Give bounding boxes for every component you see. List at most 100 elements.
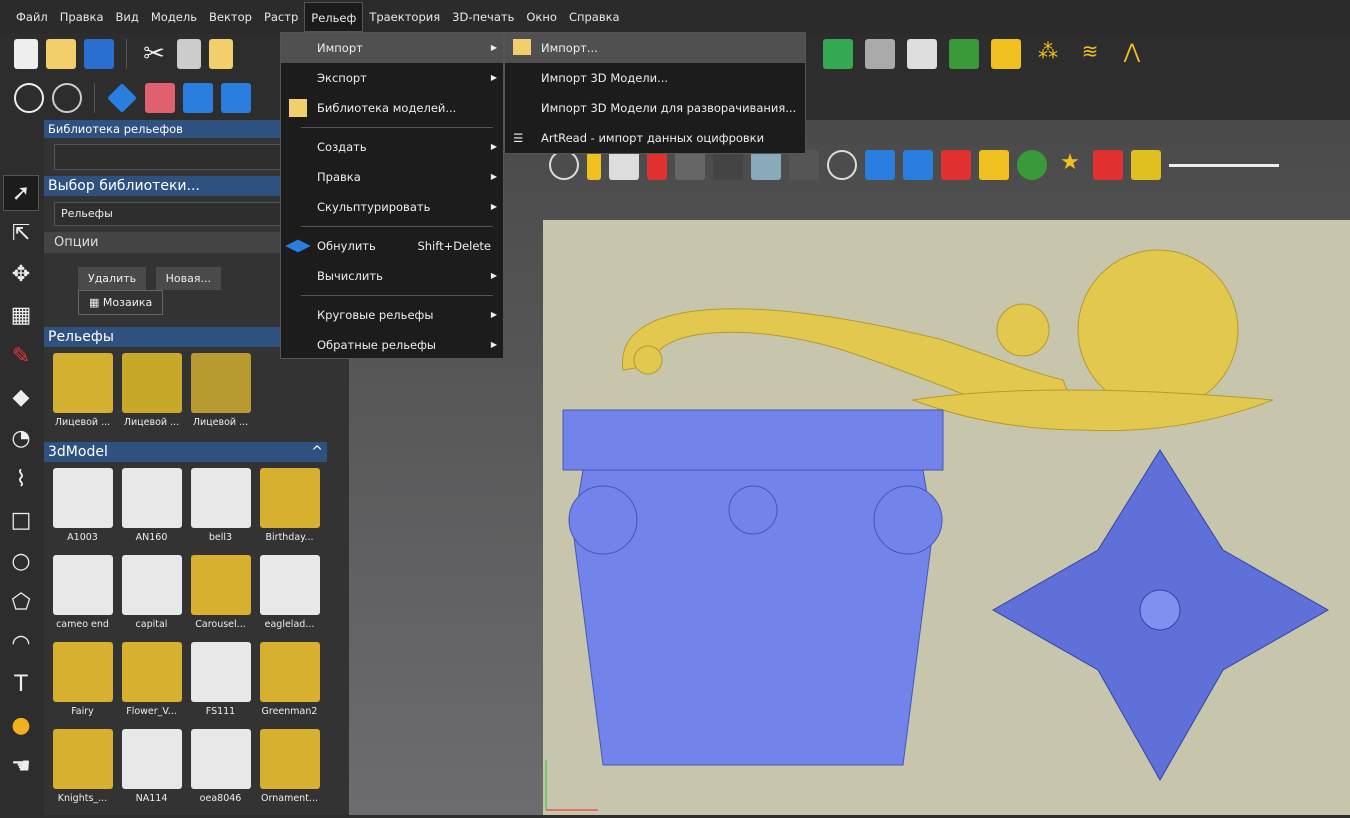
model-thumbnail[interactable]: FS111 — [186, 640, 255, 727]
open-folder-icon[interactable] — [46, 39, 76, 69]
circle-icon[interactable]: ○ — [3, 544, 39, 580]
zoom-box-icon[interactable] — [14, 83, 44, 113]
slider[interactable] — [1169, 164, 1279, 167]
transform-icon[interactable]: ✥ — [3, 257, 39, 293]
menu-item[interactable]: Импорт ▶ — [281, 33, 503, 63]
nodes-icon[interactable]: ⁂ — [1033, 39, 1063, 69]
pyramid-icon[interactable] — [1093, 150, 1123, 180]
axes-icon[interactable] — [647, 150, 667, 180]
render-icon[interactable] — [751, 150, 781, 180]
pencil-icon[interactable]: ✎ — [3, 339, 39, 375]
relief-tool-icon[interactable] — [865, 39, 895, 69]
drop-icon[interactable]: ● — [3, 708, 39, 744]
graph-icon[interactable]: ⋀ — [1117, 39, 1147, 69]
menu-item[interactable]: Создать ▶ — [281, 132, 503, 162]
menu-window[interactable]: Окно — [520, 2, 563, 32]
delete-button[interactable]: Удалить — [78, 267, 147, 290]
submenu-import[interactable]: Импорт... — [505, 33, 805, 63]
polygon-icon[interactable]: ⬠ — [3, 585, 39, 621]
star-icon[interactable] — [865, 150, 895, 180]
hand-icon[interactable]: ☚ — [3, 749, 39, 785]
layers-red-icon[interactable] — [941, 150, 971, 180]
model-thumbnail[interactable]: oea8046 — [186, 727, 255, 814]
model-thumbnail[interactable]: Knights_... — [48, 727, 117, 814]
puzzle-icon[interactable] — [675, 150, 705, 180]
models-header[interactable]: 3dModel ^ — [44, 442, 327, 462]
collapse-icon[interactable]: ^ — [311, 444, 323, 460]
relief-extrude-icon[interactable] — [145, 83, 175, 113]
zoom-icon[interactable] — [549, 150, 579, 180]
relief-merge-icon[interactable] — [221, 83, 251, 113]
star-search-icon[interactable]: ★ — [1055, 150, 1085, 180]
model-thumbnail[interactable]: cameo end — [48, 553, 117, 640]
new-button[interactable]: Новая... — [155, 267, 221, 290]
model-thumbnail[interactable]: Flower_V... — [117, 640, 186, 727]
model-thumbnail[interactable]: AN160 — [117, 466, 186, 553]
cylinder-icon[interactable] — [713, 150, 743, 180]
submenu-import-3d-unwrap[interactable]: Импорт 3D Модели для разворачивания... — [505, 93, 805, 123]
model-thumbnail[interactable]: bell3 — [186, 466, 255, 553]
model-thumbnail[interactable]: Ornament... — [255, 727, 324, 814]
menu-3dprint[interactable]: 3D-печать — [446, 2, 520, 32]
menu-item[interactable]: Вычислить ▶ — [281, 261, 503, 291]
shape-icon[interactable] — [1017, 150, 1047, 180]
relief-thumbnail[interactable]: Лицевой ... — [186, 351, 255, 438]
eraser-icon[interactable]: ◆ — [3, 380, 39, 416]
text-icon[interactable]: T — [3, 667, 39, 703]
menu-item[interactable]: Библиотека моделей... — [281, 93, 503, 123]
menu-item[interactable]: Экспорт ▶ — [281, 63, 503, 93]
relief-shape-icon[interactable] — [107, 83, 137, 113]
warp-grid-icon[interactable]: ▦ — [3, 298, 39, 334]
model-thumbnail[interactable]: Greenman2 — [255, 640, 324, 727]
model-thumbnail[interactable]: eaglelad... — [255, 553, 324, 640]
save-icon[interactable] — [84, 39, 114, 69]
layer-yellow-icon[interactable] — [979, 150, 1009, 180]
mosaic-button[interactable]: ▦ Мозаика — [78, 290, 164, 315]
menu-item[interactable]: Обнулить Shift+Delete — [281, 231, 503, 261]
view-3d-icon[interactable] — [52, 83, 82, 113]
polyline-icon[interactable]: ⌇ — [3, 462, 39, 498]
paste-icon[interactable] — [209, 39, 233, 69]
model-thumbnail[interactable]: NA114 — [117, 727, 186, 814]
light-icon[interactable] — [587, 150, 601, 180]
cut-icon[interactable]: ✂ — [139, 39, 169, 69]
clock-icon[interactable] — [827, 150, 857, 180]
model-thumbnail[interactable]: Carousel... — [186, 553, 255, 640]
menu-toolpath[interactable]: Траектория — [363, 2, 446, 32]
waves-icon[interactable]: ≋ — [1075, 39, 1105, 69]
model-thumbnail[interactable]: capital — [117, 553, 186, 640]
stack-icon[interactable] — [1131, 150, 1161, 180]
tool-icon[interactable] — [789, 150, 819, 180]
node-edit-icon[interactable]: ⇱ — [3, 216, 39, 252]
menu-file[interactable]: Файл — [10, 2, 54, 32]
menu-item[interactable]: Обратные рельефы ▶ — [281, 330, 503, 360]
rectangle-icon[interactable]: □ — [3, 503, 39, 539]
submenu-artread[interactable]: ☰ ArtRead - импорт данных оцифровки — [505, 123, 805, 153]
relief-thumbnail[interactable]: Лицевой ... — [48, 351, 117, 438]
menu-edit[interactable]: Правка — [54, 2, 110, 32]
model-thumbnail[interactable]: A1003 — [48, 466, 117, 553]
menu-item[interactable]: Правка ▶ — [281, 162, 503, 192]
relief-spin-icon[interactable] — [183, 83, 213, 113]
menu-item[interactable]: Круговые рельефы ▶ — [281, 300, 503, 330]
relief-thumbnail[interactable]: Лицевой ... — [117, 351, 186, 438]
menu-item[interactable]: Скульптурировать ▶ — [281, 192, 503, 222]
model-thumbnail[interactable]: Fairy — [48, 640, 117, 727]
relief-tool-icon[interactable] — [949, 39, 979, 69]
new-file-icon[interactable] — [14, 39, 38, 69]
menu-view[interactable]: Вид — [110, 2, 145, 32]
model-thumbnail[interactable]: Birthday... — [255, 466, 324, 553]
layer-icon[interactable] — [609, 150, 639, 180]
menu-raster[interactable]: Растр — [258, 2, 304, 32]
submenu-import-3d[interactable]: Импорт 3D Модели... — [505, 63, 805, 93]
menu-help[interactable]: Справка — [563, 2, 626, 32]
menu-model[interactable]: Модель — [145, 2, 203, 32]
menu-vector[interactable]: Вектор — [203, 2, 258, 32]
measure-icon[interactable]: ◔ — [3, 421, 39, 457]
copy-icon[interactable] — [177, 39, 201, 69]
menu-relief[interactable]: Рельеф — [304, 2, 364, 32]
select-arrow-icon[interactable]: ➚ — [3, 175, 39, 211]
arc-icon[interactable]: ◠ — [3, 626, 39, 662]
relief-tool-icon[interactable] — [907, 39, 937, 69]
relief-canvas[interactable] — [543, 220, 1350, 815]
